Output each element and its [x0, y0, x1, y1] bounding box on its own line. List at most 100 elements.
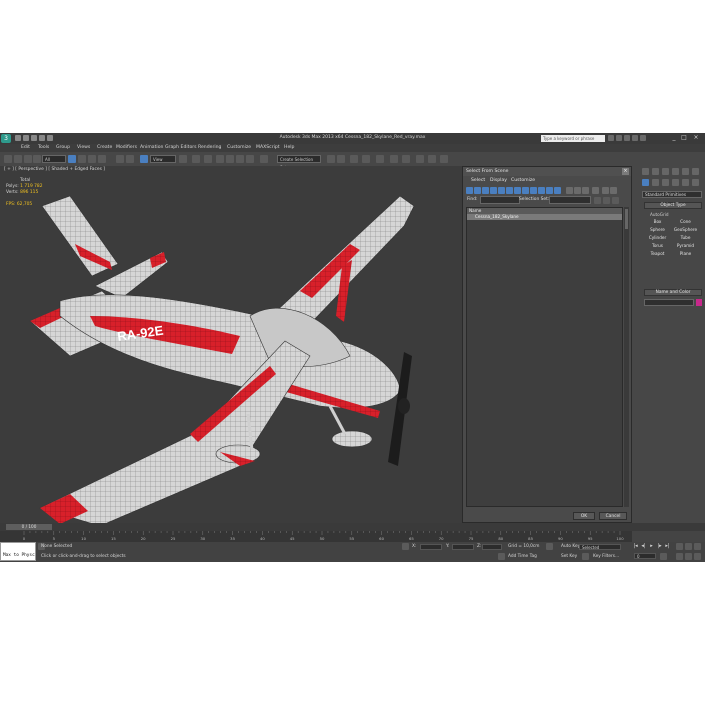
rectangular-region-icon[interactable]	[88, 155, 96, 163]
help-icon[interactable]	[640, 135, 646, 141]
zoom-extents-icon[interactable]	[676, 543, 683, 550]
menu-create[interactable]: Create	[97, 145, 112, 150]
tube-button[interactable]: Tube	[672, 235, 699, 241]
add-time-tag-button[interactable]: Add Time Tag	[508, 554, 537, 559]
field-of-view-icon[interactable]	[685, 553, 692, 560]
z-coordinate-field[interactable]	[482, 544, 502, 550]
pyramid-button[interactable]: Pyramid	[672, 243, 699, 249]
material-editor-icon[interactable]	[402, 155, 410, 163]
key-mode-icon[interactable]	[546, 543, 553, 550]
autogrid-checkbox[interactable]: AutoGrid	[650, 212, 669, 217]
selection-filter-dropdown[interactable]: All	[42, 155, 66, 163]
display-bones-icon[interactable]	[530, 187, 537, 194]
list-scrollbar[interactable]	[624, 207, 629, 507]
viewport-label[interactable]: [ + ] [ Perspective ] [ Shaded + Edged F…	[4, 167, 105, 172]
keyboard-shortcut-icon[interactable]	[204, 155, 212, 163]
link-icon[interactable]	[14, 155, 22, 163]
rotate-icon[interactable]	[126, 155, 134, 163]
display-invert-icon[interactable]	[582, 187, 589, 194]
add-to-set-icon[interactable]	[612, 197, 619, 204]
display-shapes-icon[interactable]	[474, 187, 481, 194]
selection-set-dropdown[interactable]	[549, 196, 591, 204]
display-xrefs-icon[interactable]	[522, 187, 529, 194]
menu-animation[interactable]: Animation	[140, 145, 163, 150]
geosphere-button[interactable]: GeoSphere	[672, 227, 699, 233]
cameras-category-icon[interactable]	[672, 179, 679, 186]
box-button[interactable]: Box	[644, 219, 671, 225]
menu-tools[interactable]: Tools	[38, 145, 49, 150]
set-key-button[interactable]: Set Key	[561, 554, 577, 559]
snaps-toggle-icon[interactable]	[216, 155, 224, 163]
render-production-icon[interactable]	[440, 155, 448, 163]
plane-button[interactable]: Plane	[672, 251, 699, 257]
subscription-icon[interactable]	[616, 135, 622, 141]
object-color-swatch[interactable]	[696, 299, 702, 306]
communication-icon[interactable]	[624, 135, 630, 141]
menu-views[interactable]: Views	[77, 145, 90, 150]
percent-snap-icon[interactable]	[236, 155, 244, 163]
geometry-category-icon[interactable]	[642, 179, 649, 186]
menu-graph-editors[interactable]: Graph Editors	[165, 145, 197, 150]
list-item[interactable]: Cessna_182_Skylane	[467, 214, 622, 220]
play-icon[interactable]: ▸	[648, 543, 655, 550]
display-tab-icon[interactable]	[682, 168, 689, 175]
cylinder-button[interactable]: Cylinder	[644, 235, 671, 241]
scrollbar-thumb[interactable]	[625, 209, 628, 229]
create-tab-icon[interactable]	[642, 168, 649, 175]
torus-button[interactable]: Torus	[644, 243, 671, 249]
edit-named-selection-icon[interactable]	[260, 155, 268, 163]
pin-icon[interactable]	[610, 187, 617, 194]
go-to-end-icon[interactable]: ▸|	[664, 543, 671, 550]
dialog-menu-customize[interactable]: Customize	[511, 178, 535, 183]
menu-customize[interactable]: Customize	[227, 145, 251, 150]
object-type-rollout[interactable]: Object Type	[644, 202, 702, 209]
current-frame-field[interactable]: 0	[634, 553, 656, 559]
sphere-button[interactable]: Sphere	[644, 227, 671, 233]
dialog-menu-select[interactable]: Select	[471, 178, 485, 183]
rendered-frame-icon[interactable]	[428, 155, 436, 163]
search-icon[interactable]	[608, 135, 614, 141]
y-coordinate-field[interactable]	[452, 544, 474, 550]
next-frame-icon[interactable]: |▸	[656, 543, 663, 550]
display-geometry-icon[interactable]	[466, 187, 473, 194]
display-helpers-icon[interactable]	[498, 187, 505, 194]
cancel-button[interactable]: Cancel	[599, 512, 627, 520]
display-all-icon[interactable]	[566, 187, 573, 194]
shapes-category-icon[interactable]	[652, 179, 659, 186]
minimize-button[interactable]: _	[670, 134, 678, 142]
remove-set-icon[interactable]	[603, 197, 610, 204]
systems-category-icon[interactable]	[692, 179, 699, 186]
display-none-icon[interactable]	[574, 187, 581, 194]
filter-icon[interactable]	[602, 187, 609, 194]
schematic-view-icon[interactable]	[390, 155, 398, 163]
name-and-color-rollout[interactable]: Name and Color	[644, 289, 702, 296]
time-slider-bar[interactable]: 0 / 100	[0, 523, 705, 531]
teapot-button[interactable]: Teapot	[644, 251, 671, 257]
search-input[interactable]: Type a keyword or phrase	[541, 135, 605, 142]
primitive-type-dropdown[interactable]: Standard Primitives	[642, 191, 702, 198]
favorites-icon[interactable]	[632, 135, 638, 141]
bind-space-warp-icon[interactable]	[33, 155, 41, 163]
scene-object-list[interactable]: Name Cessna_182_Skylane	[466, 207, 623, 507]
pan-view-icon[interactable]	[676, 553, 683, 560]
display-groups-icon[interactable]	[514, 187, 521, 194]
display-frozen-icon[interactable]	[546, 187, 553, 194]
track-bar[interactable]: 0 5 10 15 20 25 30 35 40 45 50 55 60 65 70 75 80 85 90 95 10…	[0, 531, 632, 542]
lights-category-icon[interactable]	[662, 179, 669, 186]
find-input[interactable]	[480, 196, 520, 204]
unlink-icon[interactable]	[24, 155, 32, 163]
window-crossing-icon[interactable]	[98, 155, 106, 163]
named-selection-dropdown[interactable]: Create Selection Set	[277, 155, 321, 170]
create-set-icon[interactable]	[594, 197, 601, 204]
orbit-icon[interactable]	[685, 543, 692, 550]
display-lights-icon[interactable]	[482, 187, 489, 194]
menu-rendering[interactable]: Rendering	[198, 145, 221, 150]
time-config-icon[interactable]	[660, 553, 667, 560]
walk-through-icon[interactable]	[694, 553, 701, 560]
motion-tab-icon[interactable]	[672, 168, 679, 175]
key-filters-button[interactable]: Key Filters...	[593, 554, 619, 559]
sync-selection-icon[interactable]	[592, 187, 599, 194]
object-name-input[interactable]	[644, 299, 694, 306]
modify-tab-icon[interactable]	[652, 168, 659, 175]
select-object-icon[interactable]	[68, 155, 76, 163]
